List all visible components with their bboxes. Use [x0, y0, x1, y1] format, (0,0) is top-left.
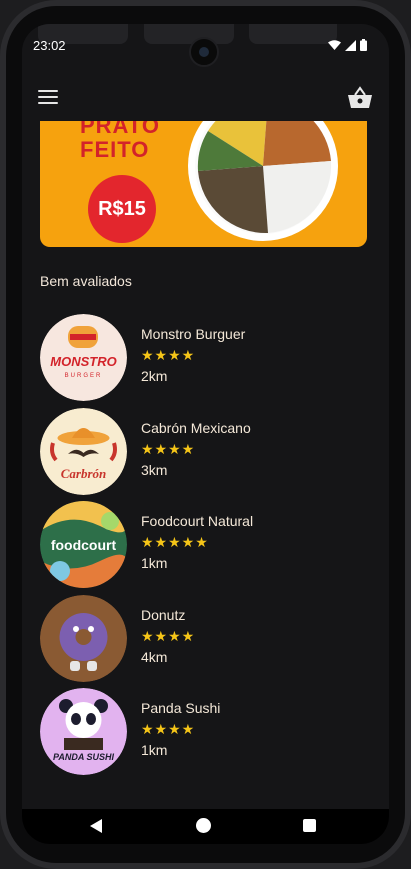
restaurant-distance: 1km	[141, 742, 168, 758]
restaurant-logo: PANDA SUSHI	[40, 688, 127, 775]
restaurant-logo: Carbrón	[40, 407, 127, 495]
menu-icon[interactable]	[38, 90, 58, 106]
restaurant-distance: 2km	[141, 368, 168, 384]
restaurant-name: Cabrón Mexicano	[141, 419, 251, 436]
restaurant-rating: ★★★★	[141, 440, 196, 457]
restaurant-distance: 1km	[141, 555, 168, 571]
status-bar-notch-right	[249, 24, 337, 44]
restaurant-item[interactable]: MONSTRO BURGER Monstro Burguer ★★★★ 2km	[40, 314, 380, 408]
front-camera	[189, 37, 219, 67]
restaurant-name: Panda Sushi	[141, 700, 221, 716]
battery-icon	[360, 39, 367, 51]
restaurant-distance: 4km	[141, 648, 168, 665]
status-bar-notch-center	[144, 24, 234, 44]
restaurant-item[interactable]: foodcourt Foodcourt Natural ★★★★★ 1km	[40, 501, 380, 595]
restaurant-distance: 3km	[141, 461, 168, 478]
basket-icon[interactable]	[347, 86, 373, 110]
restaurant-logo-text: Carbrón	[61, 466, 107, 481]
restaurant-logo: foodcourt	[40, 501, 127, 588]
restaurant-logo-text: PANDA SUSHI	[53, 752, 115, 762]
restaurant-rating: ★★★★	[141, 721, 196, 737]
system-nav-bar	[22, 809, 389, 844]
section-title: Bem avaliados	[40, 273, 132, 289]
restaurant-item[interactable]: Carbrón Cabrón Mexicano ★★★★ 3km	[40, 407, 380, 502]
restaurant-name: Foodcourt Natural	[141, 513, 254, 529]
restaurant-item[interactable]: PANDA SUSHI Panda Sushi ★★★★ 1km	[40, 688, 380, 782]
recents-icon[interactable]	[303, 819, 316, 832]
home-icon[interactable]	[196, 818, 211, 833]
wifi-icon	[328, 40, 341, 50]
restaurant-logo: MONSTRO BURGER	[40, 314, 127, 401]
signal-icon	[345, 39, 356, 51]
restaurant-rating: ★★★★	[141, 347, 196, 363]
promo-banner[interactable]: PRATO FEITO R$15	[40, 121, 367, 247]
restaurant-rating: ★★★★	[141, 627, 196, 644]
restaurant-name: Donutz	[141, 606, 186, 623]
restaurant-item[interactable]: Donutz ★★★★ 4km	[40, 594, 380, 689]
status-time: 23:02	[33, 38, 66, 53]
app-screen: 23:02 PRATO FEITO R$15 Bem avaliados MON…	[22, 24, 389, 844]
restaurant-list: MONSTRO BURGER Monstro Burguer ★★★★ 2km	[40, 314, 380, 782]
restaurant-logo-text: foodcourt	[51, 537, 117, 553]
status-icons	[328, 39, 367, 51]
restaurant-rating: ★★★★★	[141, 534, 209, 550]
restaurant-logo	[40, 594, 127, 682]
restaurant-name: Monstro Burguer	[141, 326, 246, 342]
banner-title-line2: FEITO	[80, 137, 150, 162]
banner-food-plate	[188, 121, 338, 241]
app-bar	[22, 80, 389, 124]
restaurant-logo-subtext: BURGER	[65, 373, 103, 379]
restaurant-logo-text: MONSTRO	[50, 354, 116, 369]
back-icon[interactable]	[90, 819, 102, 833]
status-bar: 23:02	[22, 24, 389, 67]
banner-price-badge: R$15	[88, 175, 156, 243]
